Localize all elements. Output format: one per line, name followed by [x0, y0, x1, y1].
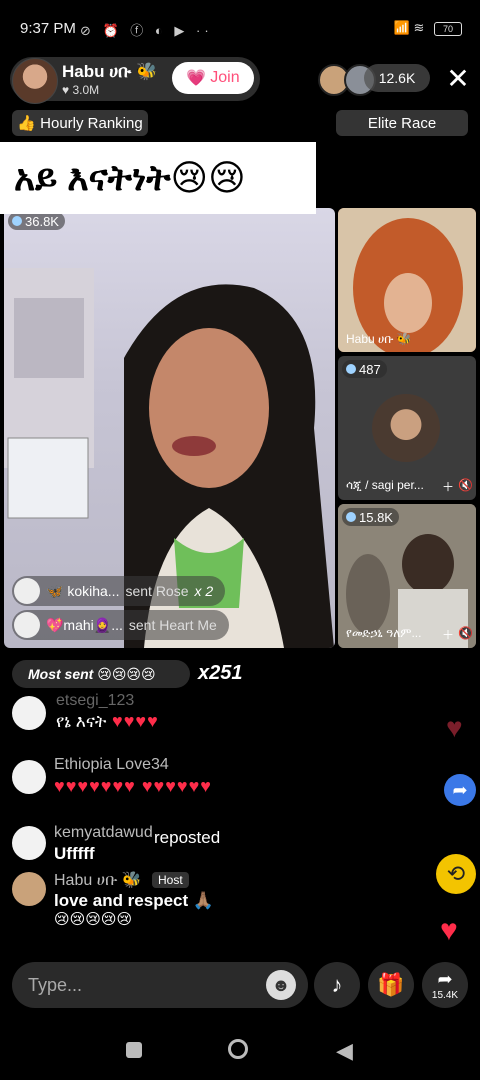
host-likes: ♥ 3.0M [62, 83, 100, 97]
status-time: 9:37 PM [20, 20, 76, 37]
avatar [12, 872, 46, 906]
back-icon[interactable]: ◀ [336, 1038, 353, 1064]
wifi-icon: ≋ [413, 20, 425, 35]
gift-message: 💖mahi🧕... sent Heart Me [12, 610, 229, 640]
chat-message: etsegi_123 የኔ እናት ♥♥♥♥ [0, 692, 420, 752]
share-button[interactable]: ➦ 15.4K [422, 962, 468, 1008]
host-badge: Host [152, 872, 189, 888]
avatar [12, 696, 46, 730]
eye-icon [12, 216, 22, 226]
guest-name: የመድኃኒ ዓለም... [346, 626, 422, 640]
like-heart-icon[interactable]: ♥ [440, 914, 458, 948]
avatar [14, 578, 40, 604]
guest-name: Habu ሀቡ 🐝 [346, 332, 412, 346]
main-video[interactable]: 36.8K 🦋 kokiha... sent Rose x 2 💖mahi🧕..… [4, 208, 335, 648]
guest-avatar [372, 394, 440, 462]
avatar [12, 826, 46, 860]
most-sent-count: x251 [198, 662, 243, 684]
signal-icon: 📶 [393, 20, 410, 35]
system-icons: 📶 ≋ 70 [394, 20, 462, 36]
share-arrow-icon[interactable]: ➦ [444, 774, 476, 806]
host-avatar[interactable] [12, 58, 58, 104]
hourly-ranking-chip[interactable]: 👍 Hourly Ranking [12, 110, 148, 136]
tiktok-icon[interactable]: ♪ [314, 962, 360, 1008]
main-viewer-badge: 36.8K [8, 212, 65, 230]
elite-race-chip[interactable]: Elite Race [336, 110, 468, 136]
close-icon[interactable]: ✕ [440, 60, 476, 96]
add-icon[interactable]: ＋ [442, 626, 454, 643]
mic-muted-icon[interactable]: 🔇 [458, 626, 473, 640]
host-name: Habu ሀቡ 🐝 [62, 62, 158, 81]
comment-input[interactable]: Type... ☻ [12, 962, 308, 1008]
guest-tile[interactable]: 487 ሳጂ / sagi per... ＋ 🔇 [338, 356, 476, 500]
guest-tile[interactable]: 15.8K የመድኃኒ ዓለም... ＋ 🔇 [338, 504, 476, 648]
caption-banner: አይ እናትነት😢😢 [0, 142, 316, 214]
notification-icons: ⊘ ⏰ ⓕ ◐ ▶ ·· [80, 23, 213, 38]
most-sent-pill: Most sent 😢😢😢😢 [12, 660, 190, 688]
home-icon[interactable] [228, 1039, 248, 1059]
avatar [14, 612, 40, 638]
gift-message: 🦋 kokiha... sent Rose x 2 [12, 576, 226, 606]
guest-viewer-badge: 15.8K [342, 508, 399, 526]
emoji-icon[interactable]: ☻ [266, 970, 296, 1000]
recents-icon[interactable] [126, 1042, 142, 1058]
avatar [12, 760, 46, 794]
guest-name: ሳጂ / sagi per... [346, 478, 424, 492]
heart-icon[interactable]: ♥ [446, 712, 463, 744]
chat-message: kemyatdawud reposted Ufffff [0, 822, 420, 872]
battery-icon: 70 [434, 22, 462, 36]
share-icon: ➦ [437, 969, 453, 989]
comment-placeholder: Type... [28, 975, 83, 995]
mic-muted-icon[interactable]: 🔇 [458, 478, 473, 492]
eye-icon [346, 364, 356, 374]
viewer-count[interactable]: 12.6K [364, 64, 430, 92]
heart-plus-icon: 💗 [186, 70, 207, 87]
share-count: 15.4K [431, 990, 459, 1001]
system-nav-bar: ◀ [0, 1026, 480, 1080]
chat-message: Ethiopia Love34 ♥♥♥♥♥♥♥ ♥♥♥♥♥♥ [0, 756, 420, 816]
join-label: Join [210, 69, 240, 86]
add-icon[interactable]: ＋ [442, 478, 454, 495]
guest-viewer-badge: 487 [342, 360, 387, 378]
gift-icon[interactable]: 🎁 [368, 962, 414, 1008]
guest-video-frame [338, 208, 476, 352]
repost-icon[interactable]: ⟲ [436, 854, 476, 894]
eye-icon [346, 512, 356, 522]
join-button[interactable]: 💗 Join [172, 62, 254, 94]
guest-tile[interactable]: Habu ሀቡ 🐝 [338, 208, 476, 352]
chat-message: Habu ሀቡ 🐝 Host love and respect 🙏🏽 😢😢😢😢😢 [0, 870, 420, 940]
status-bar: 9:37 PM ⊘ ⏰ ⓕ ◐ ▶ ·· 📶 ≋ 70 [0, 0, 480, 56]
